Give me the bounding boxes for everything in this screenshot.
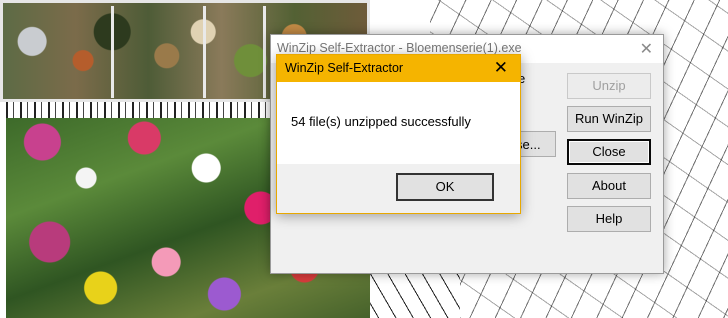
close-button[interactable]: Close [567, 139, 651, 165]
message-titlebar[interactable]: WinZip Self-Extractor ✕ [277, 55, 520, 82]
close-icon[interactable]: ✕ [494, 58, 508, 78]
ok-button[interactable]: OK [396, 173, 494, 201]
help-button[interactable]: Help [567, 206, 651, 232]
message-body: 54 file(s) unzipped successfully [277, 82, 520, 164]
success-message-box: WinZip Self-Extractor ✕ 54 file(s) unzip… [276, 54, 521, 214]
image-divider [263, 6, 266, 98]
message-title: WinZip Self-Extractor [285, 61, 404, 75]
run-winzip-button[interactable]: Run WinZip [567, 106, 651, 132]
about-button[interactable]: About [567, 173, 651, 199]
unzip-button[interactable]: Unzip [567, 73, 651, 99]
line-sketch-fragment [370, 270, 460, 318]
close-icon[interactable]: ✕ [640, 39, 653, 59]
message-text: 54 file(s) unzipped successfully [291, 114, 471, 129]
window-title: WinZip Self-Extractor - Bloemenserie(1).… [277, 41, 522, 55]
image-divider [111, 6, 114, 98]
image-divider [203, 6, 206, 98]
